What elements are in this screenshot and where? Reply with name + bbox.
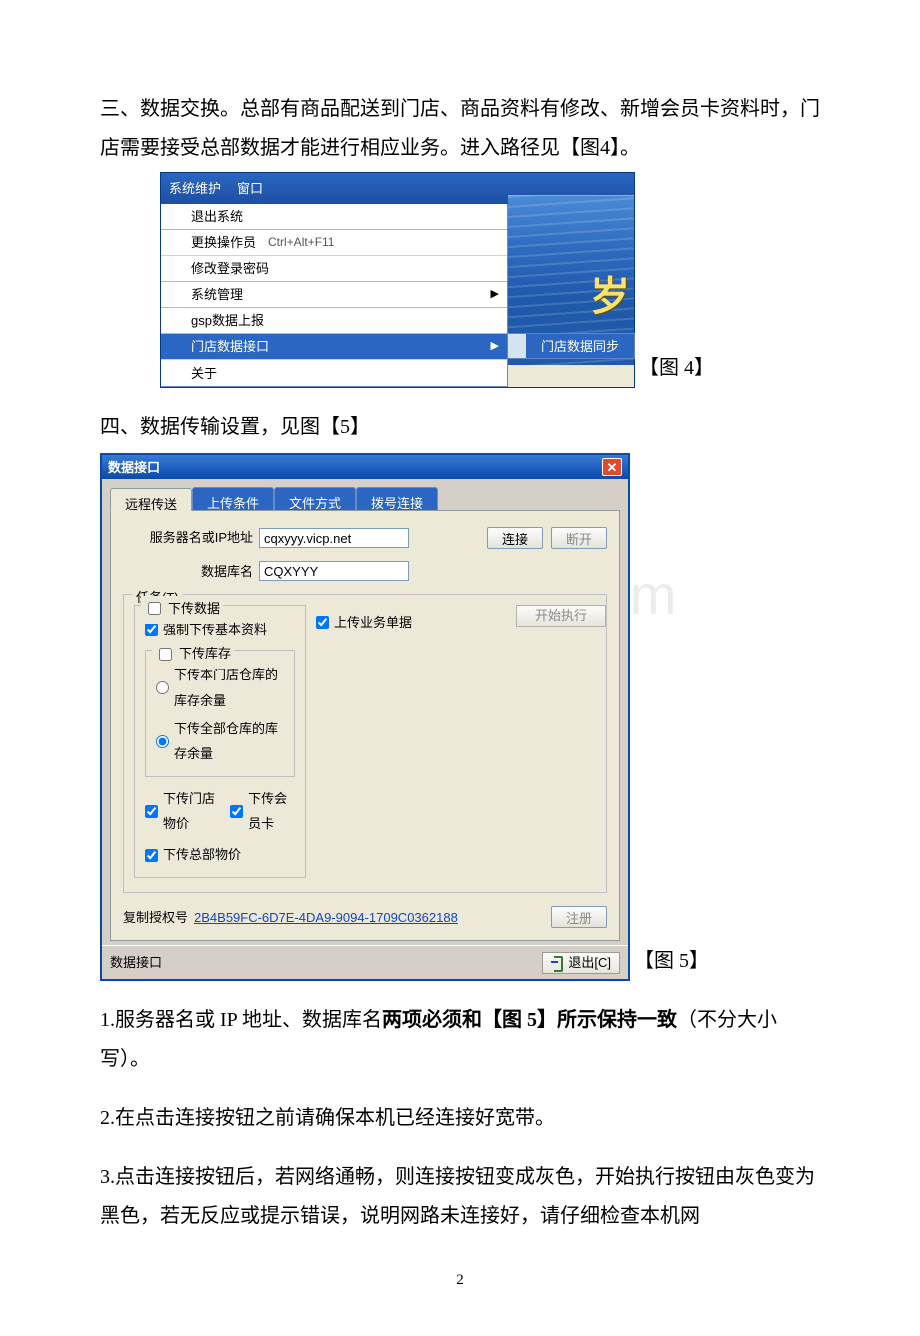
input-server[interactable] (259, 528, 409, 548)
label-server: 服务器名或IP地址 (123, 525, 253, 550)
exit-label: 退出[C] (568, 950, 611, 975)
menu-shortcut: Ctrl+Alt+F11 (268, 231, 334, 254)
download-stock-legend: 下传库存 (152, 641, 234, 669)
checkbox-download-data[interactable] (148, 602, 161, 615)
connect-button[interactable]: 连接 (487, 527, 543, 549)
submenu: 门店数据同步 (507, 333, 635, 359)
dialog-statusbar: 数据接口 退出[C] (102, 945, 628, 979)
exit-icon (551, 956, 563, 970)
menu-label: 退出系统 (191, 204, 243, 229)
input-database[interactable] (259, 561, 409, 581)
submenu-arrow-icon: ▶ (491, 336, 499, 357)
auth-label: 复制授权号 (123, 905, 188, 930)
menu-label: 关于 (191, 361, 217, 386)
download-stock-group: 下传库存 下传本门店仓库的库存余量 下传全部仓库的库存余量 (145, 650, 295, 776)
download-data-legend: 下传数据 (141, 596, 223, 624)
checkbox-member-card[interactable]: 下传会员卡 (230, 786, 295, 837)
label-database: 数据库名 (123, 559, 253, 584)
submenu-item-store-data-sync[interactable]: 门店数据同步 (508, 334, 634, 358)
note-1: 1.服务器名或 IP 地址、数据库名两项必须和【图 5】所示保持一致（不分大小写… (100, 1001, 820, 1079)
close-icon[interactable]: ✕ (602, 458, 622, 476)
menu-item-exit[interactable]: 退出系统 (161, 204, 507, 230)
submenu-arrow-icon: ▶ (491, 284, 499, 305)
menu-item-switch-operator[interactable]: 更换操作员 Ctrl+Alt+F11 (161, 230, 507, 256)
checkbox-upload-business[interactable]: 上传业务单据 (316, 610, 476, 635)
checkbox-store-price[interactable]: 下传门店物价 (145, 786, 220, 837)
figure-4-menu: 系统维护 窗口 岁 退出系统 更换操作员 Ctrl+Alt+F11 修改登录密码… (160, 172, 635, 388)
label: 下传总部物价 (163, 842, 241, 867)
paragraph-section3: 三、数据交换。总部有商品配送到门店、商品资料有修改、新增会员卡资料时，门店需要接… (100, 90, 820, 168)
menu-label: 系统管理 (191, 282, 243, 307)
menu-item-about[interactable]: 关于 (161, 360, 507, 386)
dialog-title: 数据接口 (108, 455, 160, 480)
label: 下传数据 (168, 596, 220, 621)
radio-store-stock[interactable]: 下传本门店仓库的库存余量 (156, 662, 284, 713)
disconnect-button[interactable]: 断开 (551, 527, 607, 549)
menu-item-system-management[interactable]: 系统管理 ▶ (161, 282, 507, 308)
menu-label: gsp数据上报 (191, 308, 264, 333)
start-execute-button[interactable]: 开始执行 (516, 605, 606, 627)
menu-label: 门店数据接口 (191, 334, 269, 359)
tab-dialup[interactable]: 拨号连接 (356, 487, 438, 510)
menu-item-change-password[interactable]: 修改登录密码 (161, 256, 507, 282)
paragraph-section4: 四、数据传输设置，见图【5】 (100, 408, 820, 447)
tab-file-mode[interactable]: 文件方式 (274, 487, 356, 510)
label: 下传本门店仓库的库存余量 (174, 662, 284, 713)
menu-item-gsp-upload[interactable]: gsp数据上报 (161, 308, 507, 334)
download-data-group: 下传数据 强制下传基本资料 下传库存 (134, 605, 306, 878)
dialog-titlebar: 数据接口 ✕ (102, 455, 628, 479)
auth-row: 复制授权号 2B4B59FC-6D7E-4DA9-9094-1709C03621… (123, 905, 607, 930)
banner-char: 岁 (590, 258, 630, 336)
checkbox-hq-price[interactable]: 下传总部物价 (145, 842, 295, 867)
radio-all-stock[interactable]: 下传全部仓库的库存余量 (156, 716, 284, 767)
register-button[interactable]: 注册 (551, 906, 607, 928)
page-number: 2 (100, 1266, 820, 1295)
note-2: 2.在点击连接按钮之前请确保本机已经连接好宽带。 (100, 1099, 820, 1138)
menu-system[interactable]: 系统维护 (169, 176, 221, 201)
dropdown-menu: 退出系统 更换操作员 Ctrl+Alt+F11 修改登录密码 系统管理 ▶ gs… (161, 204, 508, 387)
checkbox-download-stock[interactable] (159, 648, 172, 661)
menu-item-store-data-interface[interactable]: 门店数据接口 ▶ 门店数据同步 (161, 334, 507, 360)
menu-label: 修改登录密码 (191, 256, 269, 281)
label: 下传会员卡 (248, 786, 295, 837)
label: 下传全部仓库的库存余量 (174, 716, 284, 767)
note-3: 3.点击连接按钮后，若网络通畅，则连接按钮变成灰色，开始执行按钮由灰色变为黑色，… (100, 1158, 820, 1236)
task-fieldset: 任务(T) 下传数据 强制下传基本资料 (123, 594, 607, 893)
tab-remote-transfer[interactable]: 远程传送 (110, 488, 192, 511)
tab-upload-conditions[interactable]: 上传条件 (192, 487, 274, 510)
tab-pane-remote: 服务器名或IP地址 连接 断开 数据库名 任务(T) (110, 511, 620, 941)
menu-label: 更换操作员 (191, 230, 256, 255)
status-text: 数据接口 (110, 950, 162, 975)
menu-window[interactable]: 窗口 (237, 176, 263, 201)
label: 下传库存 (179, 641, 231, 666)
figure-5-dialog: 数据接口 ✕ 远程传送 上传条件 文件方式 拨号连接 服务器名或IP地址 连接 … (100, 453, 630, 981)
exit-button[interactable]: 退出[C] (542, 952, 620, 974)
figure-5-label: 【图 5】 (634, 942, 709, 981)
label: 上传业务单据 (334, 610, 412, 635)
label: 下传门店物价 (163, 786, 220, 837)
figure-4-label: 【图 4】 (639, 349, 714, 388)
auth-code-link[interactable]: 2B4B59FC-6D7E-4DA9-9094-1709C0362188 (194, 905, 458, 930)
tab-bar: 远程传送 上传条件 文件方式 拨号连接 (110, 487, 620, 511)
